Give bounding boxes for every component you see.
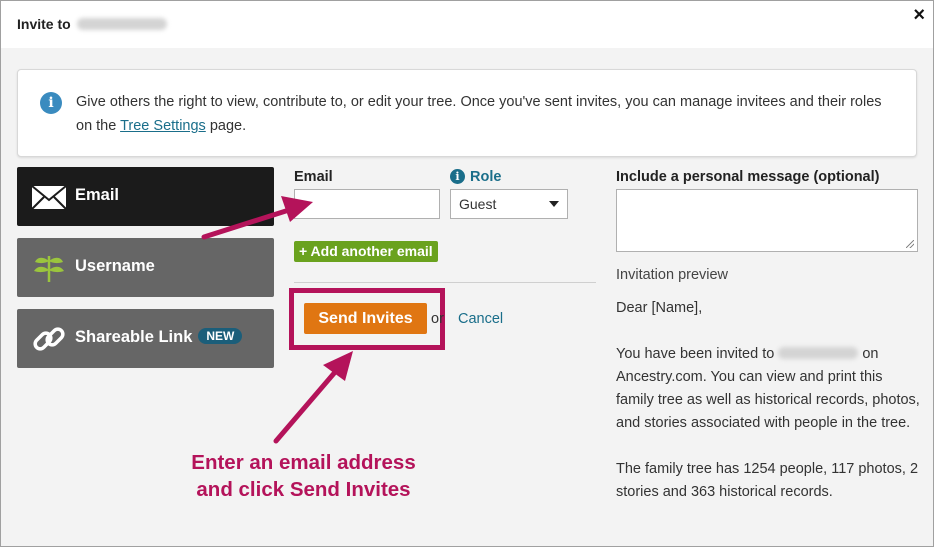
method-username-button[interactable]: Username [17, 238, 274, 297]
preview-stats: The family tree has 1254 people, 117 pho… [616, 461, 919, 500]
redacted-tree-name [778, 347, 859, 359]
role-selected-value: Guest [459, 196, 497, 212]
send-invites-button[interactable]: Send Invites [304, 303, 427, 334]
preview-body-start: You have been invited to [616, 346, 779, 362]
form-divider [294, 282, 596, 283]
method-email-label: Email [75, 186, 120, 204]
annotation-arrow-to-send [273, 351, 353, 444]
role-label: Role [470, 169, 502, 185]
info-text-end: page. [205, 118, 247, 134]
personal-message-textarea[interactable] [616, 189, 918, 252]
dialog-header: Invite to × [1, 1, 933, 48]
invitation-preview: Dear [Name], You have been invited to on… [616, 297, 921, 527]
invite-dialog: Invite to × i Give others the right to v… [0, 0, 934, 547]
annotation-line-2: and click Send Invites [196, 478, 411, 501]
shareable-link-text: Shareable Link [75, 328, 193, 346]
tree-settings-link[interactable]: Tree Settings [120, 118, 206, 134]
role-label-group: i Role [450, 169, 501, 185]
ancestry-leaf-icon [34, 256, 64, 282]
personal-message-label: Include a personal message (optional) [616, 169, 880, 185]
add-another-email-button[interactable]: + Add another email [294, 241, 438, 262]
info-icon: i [40, 92, 62, 114]
redacted-tree-name [76, 18, 167, 30]
annotation-line-1: Enter an email address [191, 451, 416, 474]
method-email-button[interactable]: Email [17, 167, 274, 226]
new-badge: NEW [198, 328, 243, 344]
preview-greeting: Dear [Name], [616, 300, 703, 316]
role-info-icon[interactable]: i [450, 169, 465, 184]
envelope-icon [31, 185, 67, 210]
annotation-callout: Enter an email address and click Send In… [171, 449, 436, 503]
chain-link-icon [33, 327, 65, 351]
info-text: Give others the right to view, contribut… [76, 90, 896, 138]
cancel-link[interactable]: Cancel [458, 311, 503, 327]
invitation-preview-label: Invitation preview [616, 267, 729, 283]
dialog-title: Invite to [17, 16, 167, 32]
resize-grip-icon[interactable] [906, 240, 914, 248]
method-username-label: Username [75, 257, 155, 275]
email-input[interactable] [294, 189, 440, 219]
or-text: or [431, 311, 444, 327]
dialog-title-text: Invite to [17, 16, 71, 32]
method-shareable-link-button[interactable]: Shareable Link NEW [17, 309, 274, 368]
role-select[interactable]: Guest [450, 189, 568, 219]
preview-body: You have been invited to on Ancestry.com… [616, 343, 921, 435]
method-shareable-link-label: Shareable Link NEW [75, 328, 243, 347]
chevron-down-icon [549, 201, 559, 207]
close-icon[interactable]: × [913, 4, 925, 27]
email-label: Email [294, 169, 333, 185]
info-banner: i Give others the right to view, contrib… [17, 69, 917, 157]
